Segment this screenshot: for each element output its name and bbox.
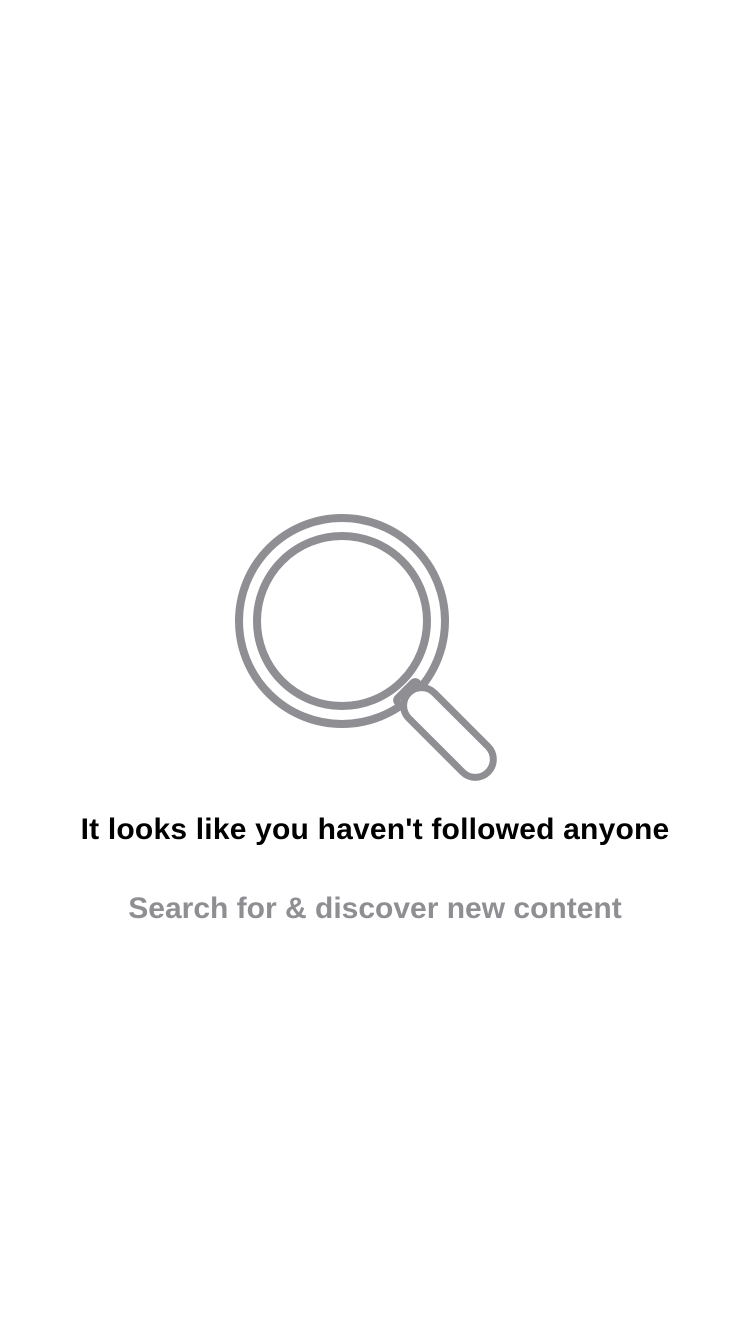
empty-state-title: It looks like you haven't followed anyon… <box>80 813 670 846</box>
empty-state-subtitle: Search for & discover new content <box>128 892 622 925</box>
empty-state: It looks like you haven't followed anyon… <box>0 0 750 1334</box>
magnifying-glass-icon <box>230 510 520 800</box>
